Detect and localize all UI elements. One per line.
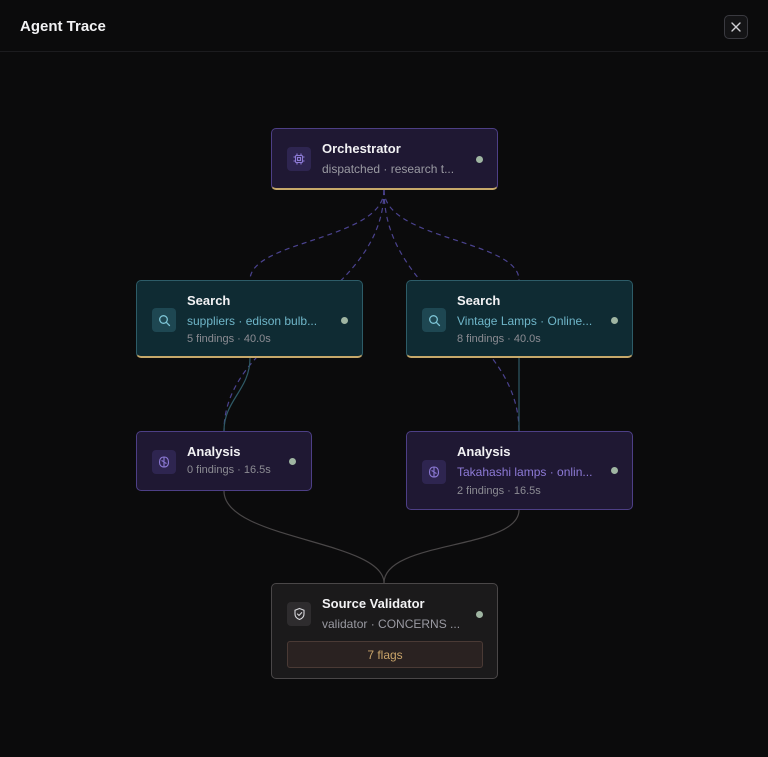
- flags-button[interactable]: 7 flags: [287, 641, 483, 668]
- node-title: Search: [187, 293, 231, 308]
- status-dot: [341, 317, 348, 324]
- node-subtitle: suppliers · edison bulb...: [187, 314, 318, 328]
- node-search-2[interactable]: Search Vintage Lamps · Online... 8 findi…: [406, 280, 633, 358]
- node-meta: 2 findings · 16.5s: [457, 485, 541, 497]
- node-analysis-1[interactable]: Analysis 0 findings · 16.5s: [136, 431, 312, 491]
- node-source-validator[interactable]: Source Validator validator · CONCERNS ..…: [271, 583, 498, 679]
- node-title: Search: [457, 293, 501, 308]
- status-dot: [289, 458, 296, 465]
- node-subtitle: Vintage Lamps · Online...: [457, 314, 593, 328]
- node-title: Source Validator: [322, 596, 425, 611]
- node-search-1[interactable]: Search suppliers · edison bulb... 5 find…: [136, 280, 363, 358]
- cpu-icon: [287, 147, 311, 171]
- node-meta: 5 findings · 40.0s: [187, 333, 271, 345]
- node-title: Analysis: [457, 444, 511, 459]
- node-meta: 0 findings · 16.5s: [187, 464, 271, 476]
- status-dot: [611, 317, 618, 324]
- search-icon: [152, 308, 176, 332]
- edge-orch-search1: [249, 189, 385, 281]
- shield-check-icon: [287, 602, 311, 626]
- node-meta: 8 findings · 40.0s: [457, 333, 541, 345]
- status-dot: [476, 611, 483, 618]
- edge-analysis1-validator: [223, 490, 385, 584]
- status-dot: [476, 156, 483, 163]
- node-subtitle: validator · CONCERNS ...: [322, 617, 461, 631]
- edge-analysis2-validator: [383, 509, 520, 584]
- edge-search1-analysis1: [223, 357, 251, 432]
- node-title: Analysis: [187, 444, 241, 459]
- edge-orch-search2: [383, 189, 520, 281]
- brain-icon: [152, 450, 176, 474]
- search-icon: [422, 308, 446, 332]
- status-dot: [611, 467, 618, 474]
- node-orchestrator[interactable]: Orchestrator dispatched · research t...: [271, 128, 498, 190]
- node-subtitle: Takahashi lamps · onlin...: [457, 465, 593, 479]
- node-subtitle: dispatched · research t...: [322, 162, 455, 176]
- brain-icon: [422, 460, 446, 484]
- node-analysis-2[interactable]: Analysis Takahashi lamps · onlin... 2 fi…: [406, 431, 633, 510]
- node-title: Orchestrator: [322, 141, 401, 156]
